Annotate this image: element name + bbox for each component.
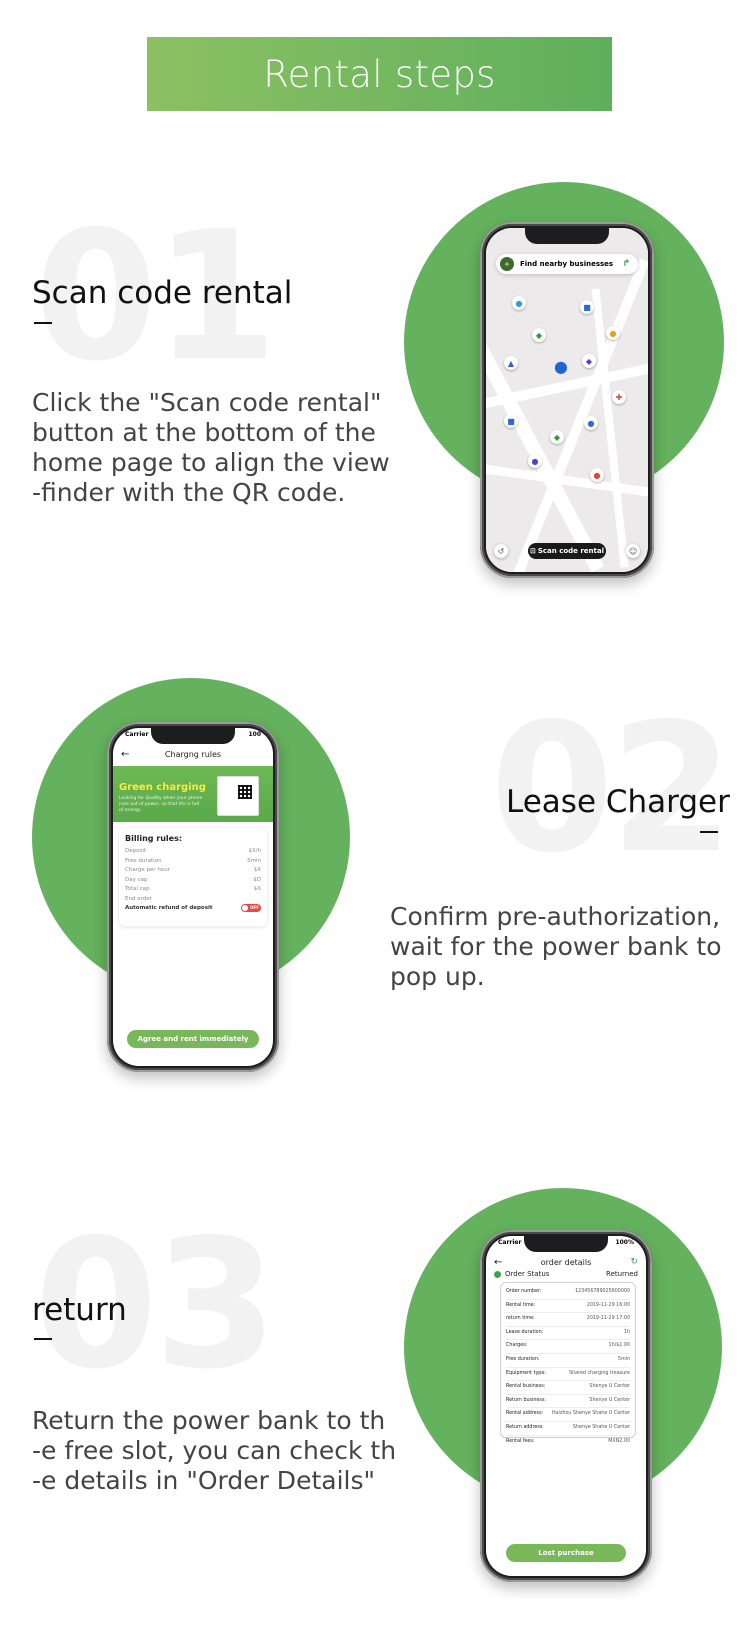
green-charging-title: Green charging [119,782,206,793]
order-row: Rental fees: MXN2.00 [506,1438,630,1444]
auto-refund-toggle[interactable]: OFF [241,904,261,912]
map-pin-icon[interactable]: ▲ [504,356,518,370]
carrier-label: Carrier [125,731,149,738]
agree-and-rent-button[interactable]: Agree and rent immediately [127,1030,259,1048]
order-row: Return address: Shenye Shahe U Center [506,1422,630,1436]
nav-title: Chargng rules [164,749,222,759]
search-placeholder: Find nearby businesses [520,260,614,268]
map-pin-icon[interactable]: ✚ [612,390,626,404]
order-row: Rental address: Haizhou Shenye Shahe U Ce… [506,1408,630,1422]
step-description-2: Confirm pre-authorization, wait for the … [390,902,722,991]
auto-refund-label: Automatic refund of deposit [125,905,213,911]
carrier-label: Carrier [498,1239,522,1246]
lost-purchase-button[interactable]: Lost purchase [506,1544,626,1562]
order-row: Equipment type: Shared charging treasure [506,1368,630,1382]
map-pin-icon[interactable]: ■ [580,300,594,314]
billing-row: Charge per hour $X [125,867,261,873]
order-row: Return business: Shenye U Center [506,1395,630,1409]
order-row: Rental time: 2019-11-29 16:00 [506,1300,630,1314]
history-icon[interactable]: ↺ [494,544,508,558]
nav-bar: ← Chargng rules [113,744,273,764]
order-details-card: Order number: 123456789025600000 Rental t… [500,1282,636,1444]
billing-row: Deposit $X/h [125,848,261,854]
nav-bar: ← order details ↻ [486,1252,646,1272]
step-description-3: Return the power bank to th -e free slot… [32,1406,397,1495]
step-description-1: Click the "Scan code rental" button at t… [32,388,390,507]
billing-row: Day cap $D [125,876,261,883]
order-status-row: Order Status Returned [494,1270,638,1278]
map-pin-icon[interactable]: ● [584,416,598,430]
back-arrow-icon[interactable]: ← [121,749,129,760]
order-row: Lease duration: 1h [506,1327,630,1341]
order-row: Order number: 123456789025600000 [506,1286,630,1300]
nav-title: order details [540,1257,592,1267]
phone-notch [151,728,235,744]
map-pin-icon[interactable]: ◆ [532,328,546,342]
billing-row: Free duration 5min [125,857,261,864]
step-title-lease-charger: Lease Charger [506,784,730,820]
phone-notch [524,1236,608,1252]
green-charging-card: Green charging Looking for Quality when … [113,766,273,822]
green-charging-subtitle: Looking for Quality when your phone runs… [119,796,203,813]
scan-button-label: Scan code rental [537,547,605,555]
phone-mockup-map: ✦ Find nearby businesses ↱ ● ■ ◆ ● ▲ ◆ ⬤… [480,222,654,578]
step-title-underline [34,1338,52,1340]
step-title-scan-code-rental: Scan code rental [32,275,293,311]
map-pin-icon[interactable]: ◆ [550,430,564,444]
billing-row: End order [125,895,152,902]
refresh-icon[interactable]: ↻ [630,1257,638,1267]
billing-row: Total cap $X [125,886,261,892]
order-row: Rental business: Shenye U Center [506,1381,630,1395]
phone-screen: Carrier 100 ← Chargng rules Green chargi… [113,728,273,1066]
step-title-return: return [32,1292,127,1328]
app-logo-icon: ✦ [500,257,514,271]
battery-label: 100% [615,1239,634,1246]
battery-label: 100 [248,731,261,738]
auto-refund-row: Automatic refund of deposit OFF [125,904,261,914]
order-row: Free duration: 5min [506,1354,630,1368]
billing-rules-title: Billing rules: [125,834,183,843]
phone-mockup-order-details: Carrier 100% ← order details ↻ Order Sta… [480,1230,652,1582]
back-arrow-icon[interactable]: ← [494,1257,502,1268]
search-bar[interactable]: ✦ Find nearby businesses ↱ [496,254,638,274]
step-title-underline [34,322,52,324]
profile-icon[interactable]: ☺ [626,544,640,558]
phone-notch [525,228,609,244]
scan-icon: ⊡ [529,547,536,555]
scan-code-rental-button[interactable]: ⊡ Scan code rental [528,543,606,559]
phone-mockup-charging-rules: Carrier 100 ← Chargng rules Green chargi… [107,722,279,1072]
navigate-arrow-icon[interactable]: ↱ [622,259,630,269]
map-pin-icon[interactable]: ◆ [582,354,596,368]
phone-screen: ✦ Find nearby businesses ↱ ● ■ ◆ ● ▲ ◆ ⬤… [486,228,648,572]
map-pin-icon[interactable]: ● [590,468,604,482]
banner-title: Rental steps [263,52,496,96]
order-status-label: Order Status [505,1270,550,1278]
qr-code-illustration [217,776,259,816]
check-icon [494,1270,501,1278]
map-pin-icon[interactable]: ■ [504,414,518,428]
step-title-underline [700,831,718,833]
order-row: return time: 2019-11-29 17:00 [506,1313,630,1327]
map-pin-icon[interactable]: ● [606,326,620,340]
order-row: Charges: 1h/$1.00 [506,1340,630,1354]
map-pin-icon[interactable]: ● [512,296,526,310]
rental-steps-banner: Rental steps [147,37,612,111]
phone-screen: Carrier 100% ← order details ↻ Order Sta… [486,1236,646,1576]
order-status-value: Returned [606,1270,638,1278]
location-marker-icon: ⬤ [554,360,568,374]
map-pin-icon[interactable]: ● [528,454,542,468]
billing-rules-card: Billing rules: Deposit $X/h Free duration… [119,828,267,926]
